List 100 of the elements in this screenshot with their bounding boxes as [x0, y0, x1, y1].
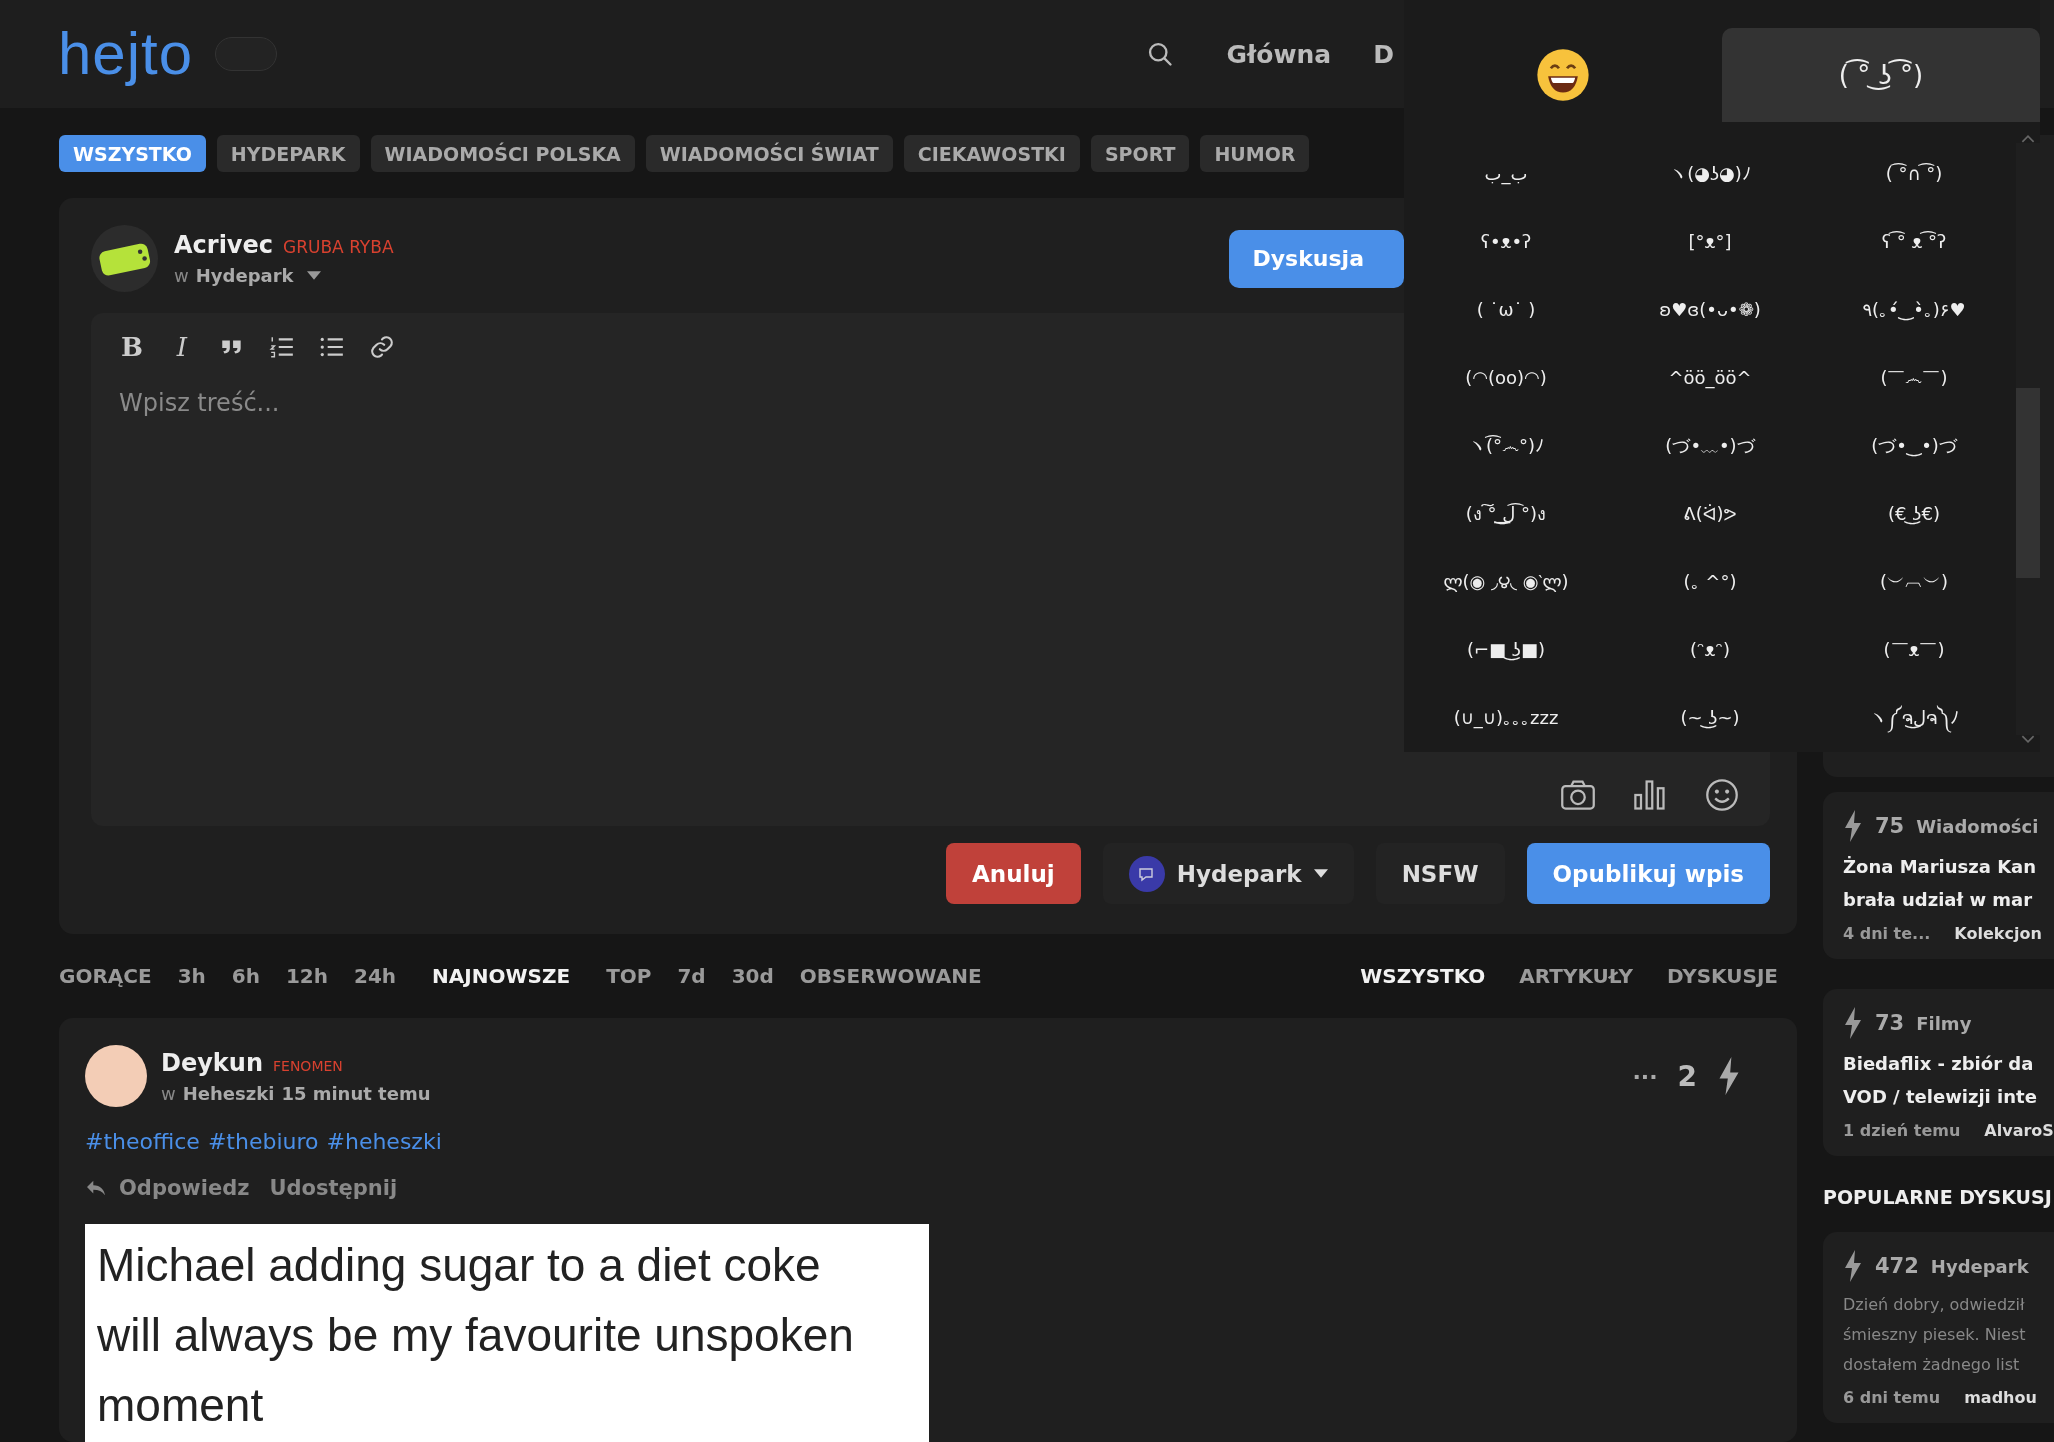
community-picker[interactable]: Hydepark [195, 265, 294, 286]
sort-tab[interactable]: 3h [177, 964, 206, 988]
sort-tab[interactable]: 12h [285, 964, 329, 988]
kaomoji-option[interactable]: [°ᴥ°] [1688, 227, 1732, 257]
category-link[interactable]: Filmy [1916, 1012, 1972, 1034]
card-author[interactable]: AlvaroS [1984, 1121, 2054, 1140]
kaomoji-option[interactable]: (︶︹︶) [1879, 567, 1948, 597]
kaomoji-option[interactable]: (ง ͠° ͟ل͜ ͡°)ง [1465, 499, 1547, 529]
kaomoji-option[interactable]: ヽ(◕ʖ◕)ﾉ [1669, 159, 1751, 189]
rank-label: GRUBA RYBA [283, 237, 394, 257]
kaomoji-option[interactable]: ლ(◉ ◞౪◟ ◉‵ლ) [1443, 567, 1569, 597]
community-select[interactable]: Hydepark [1102, 843, 1354, 904]
author-name[interactable]: Acrivec [174, 231, 273, 259]
link-icon[interactable] [369, 334, 395, 360]
kaomoji-option[interactable]: (￣෴￣) [1880, 363, 1948, 393]
kaomoji-option[interactable]: ب_ب [1484, 159, 1528, 189]
caret-icon[interactable] [306, 271, 321, 280]
kaomoji-option[interactable]: (ᵔᴥᵔ) [1690, 635, 1730, 665]
link-card[interactable]: 73 Filmy Biedaflix - zbiór da VOD / telewizji inte 1 dzień temu AlvaroS [1823, 989, 2054, 1156]
sort-tab[interactable]: 30d [731, 964, 774, 988]
filter-tab[interactable]: WSZYSTKO [1360, 964, 1486, 988]
category-tab[interactable]: HUMOR [1200, 135, 1310, 172]
kaomoji-option[interactable]: ^öö_öö^ [1668, 363, 1752, 393]
kaomoji-option[interactable]: ヽ(͡°෴°)ﾉ [1467, 431, 1544, 461]
card-author[interactable]: Kolekcjon [1954, 924, 2042, 943]
kaomoji-option[interactable]: ( ͡°∩ ͡°) [1885, 159, 1943, 189]
reply-icon[interactable] [85, 1179, 107, 1197]
scroll-down-icon[interactable] [2021, 735, 2035, 744]
sort-tab[interactable]: GORĄCE [59, 964, 152, 988]
sort-tab[interactable]: NAJNOWSZE [432, 964, 571, 988]
card-time: 1 dzień temu [1843, 1121, 1961, 1140]
post-image[interactable]: Michael adding sugar to a diet coke will always be my favourite unspoken moment [85, 1224, 929, 1442]
numbered-list-icon[interactable] [269, 334, 295, 360]
lightning-icon[interactable] [1717, 1057, 1741, 1095]
category-link[interactable]: Wiadomości [1916, 815, 2039, 837]
category-tab[interactable]: SPORT [1090, 135, 1190, 172]
category-tab[interactable]: HYDEPARK [216, 135, 360, 172]
more-menu[interactable]: ··· [1632, 1063, 1658, 1089]
smiley-icon[interactable] [1704, 778, 1740, 812]
logo[interactable]: hejto [58, 24, 194, 84]
sort-tab[interactable]: 6h [231, 964, 260, 988]
cancel-button[interactable]: Anuluj [946, 843, 1081, 904]
lightning-icon[interactable] [1843, 1007, 1863, 1039]
kaomoji-option[interactable]: (づ•﹏•)づ [1665, 431, 1755, 461]
hashtag-link[interactable]: #thebiuro [207, 1129, 319, 1154]
kaomoji-option[interactable]: (~ ͜ʖ~) [1680, 703, 1740, 733]
nav-link[interactable]: D [1373, 39, 1394, 69]
in-label: w [161, 1082, 176, 1104]
post-action[interactable]: Odpowiedz [119, 1176, 250, 1200]
card-author[interactable]: madhou [1964, 1388, 2037, 1407]
kaomoji-option[interactable]: (づ•‿•)づ [1871, 431, 1957, 461]
community-link[interactable]: Heheszki [182, 1082, 275, 1104]
kaomoji-option[interactable]: (∪_∪)｡｡｡zzz [1453, 703, 1559, 733]
post-action[interactable]: Udostępnij [269, 1176, 398, 1200]
bar-chart-icon[interactable] [1632, 778, 1668, 812]
nsfw-button[interactable]: NSFW [1375, 843, 1505, 904]
category-tab[interactable]: WIADOMOŚCI POLSKA [370, 135, 635, 172]
excerpt-line: dostałem żadnego list [1843, 1354, 2021, 1376]
kaomoji-option[interactable]: (€ ͜ʖ€) [1888, 499, 1940, 529]
filter-tab[interactable]: ARTYKUŁY [1519, 964, 1634, 988]
kaomoji-option[interactable]: ٩(｡•́‿•̀｡)۶♥ [1862, 295, 1966, 325]
kaomoji-option[interactable]: ʕ•ᴥ•ʔ [1480, 227, 1532, 257]
lightning-icon[interactable] [1843, 1250, 1863, 1282]
category-tab[interactable]: CIEKAWOSTKI [903, 135, 1080, 172]
card-time: 6 dni temu [1843, 1388, 1941, 1407]
kaomoji-option[interactable]: (◠(oo)◠) [1465, 363, 1547, 393]
section-heading: POPULARNE DYSKUSJ [1823, 1186, 2053, 1208]
hashtag-link[interactable]: #theoffice [85, 1129, 200, 1154]
lightning-icon[interactable] [1843, 810, 1863, 842]
sort-tab[interactable]: 7d [677, 964, 706, 988]
bold-button[interactable]: B [119, 332, 145, 362]
kaomoji-tab[interactable]: ( ͡° ͜ʖ ͡°) [1722, 28, 2040, 122]
scrollbar[interactable] [2016, 143, 2040, 735]
category-tab[interactable]: WIADOMOŚCI ŚWIAT [645, 135, 893, 172]
filter-tab[interactable]: DYSKUSJE [1667, 964, 1778, 988]
sort-tab[interactable]: OBSERWOWANE [799, 964, 982, 988]
grinning-face-icon [1536, 48, 1590, 102]
author-name[interactable]: Deykun [161, 1048, 263, 1077]
italic-button[interactable]: I [169, 332, 195, 362]
card-title-line: Żona Mariusza Kan [1843, 855, 2038, 879]
sort-tab[interactable]: 24h [354, 964, 397, 988]
kaomoji-option[interactable]: (⌐■ ͜ʖ■) [1466, 635, 1545, 665]
search-icon[interactable] [1146, 40, 1175, 68]
scroll-up-icon[interactable] [2021, 134, 2035, 143]
category-link[interactable]: Hydepark [1930, 1255, 2029, 1277]
chat-icon [1128, 855, 1165, 892]
kaomoji-option[interactable]: ᕕ(ᐛ)ᕗ [1683, 499, 1737, 529]
card-title-line: VOD / telewizji inte [1843, 1085, 2038, 1109]
kaomoji-option[interactable]: (￣ᴥ￣) [1883, 635, 1945, 665]
discussion-card[interactable]: 472 Hydepark Dzień dobry, odwiedził śmieszny piesek. Niest dostałem żadnego list 6 dni temu madhou [1823, 1232, 2054, 1423]
post-time: 15 minut temu [281, 1082, 431, 1104]
image-caption: Michael adding sugar to a diet coke will always be my favourite unspoken moment [97, 1238, 855, 1433]
kaomoji-option[interactable]: ヽ༼ຈل͜ຈ༽ﾉ [1868, 703, 1960, 733]
link-card[interactable]: 75 Wiadomości Żona Mariusza Kan brała udział w mar 4 dni te... Kolekcjon [1823, 792, 2054, 959]
camera-icon[interactable] [1560, 778, 1596, 812]
hashtag-link[interactable]: #heheszki [326, 1129, 442, 1154]
sort-tab[interactable]: TOP [606, 964, 652, 988]
kaomoji-option[interactable]: ʕ ͡° ᴥ ͡°ʔ [1881, 227, 1947, 257]
nav-link[interactable]: Główna [1226, 39, 1332, 69]
kaomoji-option[interactable]: (｡ ^°) [1683, 567, 1737, 597]
